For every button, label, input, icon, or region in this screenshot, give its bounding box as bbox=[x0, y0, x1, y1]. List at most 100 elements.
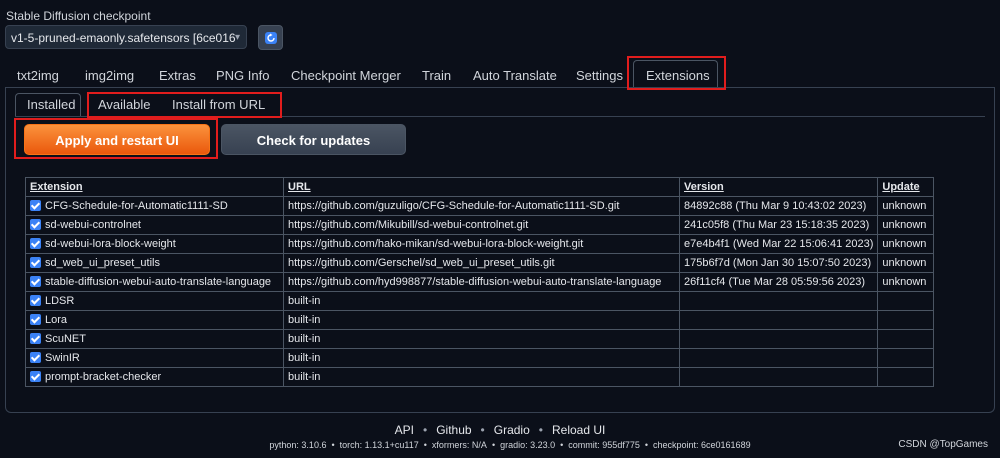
info-checkpoint: checkpoint: 6ce0161689 bbox=[653, 440, 751, 450]
extension-name: stable-diffusion-webui-auto-translate-la… bbox=[45, 276, 272, 288]
checkpoint-value: v1-5-pruned-emaonly.safetensors [6ce016 bbox=[11, 31, 236, 45]
table-row: stable-diffusion-webui-auto-translate-la… bbox=[25, 272, 935, 292]
footer-version-info: python: 3.10.6 • torch: 1.13.1+cu117 • xform… bbox=[269, 440, 751, 450]
extension-enabled-checkbox[interactable] bbox=[30, 314, 41, 325]
table-row: CFG-Schedule-for-Automatic1111-SD https:/… bbox=[25, 196, 935, 216]
extension-cell: LDSR bbox=[25, 291, 284, 311]
column-header-version: Version bbox=[678, 177, 879, 197]
extension-cell: sd-webui-controlnet bbox=[25, 215, 284, 235]
url-cell: https://github.com/Mikubill/sd-webui-con… bbox=[283, 215, 680, 235]
update-cell bbox=[877, 367, 935, 387]
version-cell: 241c05f8 (Thu Mar 23 15:18:35 2023) bbox=[678, 215, 879, 235]
tab-train[interactable]: Train bbox=[422, 66, 451, 86]
table-row: LDSR built-in bbox=[25, 291, 935, 311]
footer-link-api[interactable]: API bbox=[395, 423, 414, 437]
checkpoint-select[interactable]: v1-5-pruned-emaonly.safetensors [6ce016 … bbox=[5, 25, 247, 49]
extension-cell: CFG-Schedule-for-Automatic1111-SD bbox=[25, 196, 284, 216]
highlight-apply-button bbox=[14, 118, 218, 159]
version-cell bbox=[678, 367, 879, 387]
extension-name: CFG-Schedule-for-Automatic1111-SD bbox=[45, 200, 228, 212]
extension-name: Lora bbox=[45, 314, 68, 326]
footer-link-reload-ui[interactable]: Reload UI bbox=[552, 423, 605, 437]
version-cell: e7e4b4f1 (Wed Mar 22 15:06:41 2023) bbox=[678, 234, 879, 254]
url-cell: built-in bbox=[283, 367, 680, 387]
version-cell: 84892c88 (Thu Mar 9 10:43:02 2023) bbox=[678, 196, 879, 216]
extensions-table: Extension URL Version Update CFG-Schedul… bbox=[25, 177, 935, 387]
info-gradio: gradio: 3.23.0 bbox=[500, 440, 556, 450]
tab-settings[interactable]: Settings bbox=[576, 66, 623, 86]
info-commit: commit: 955df775 bbox=[568, 440, 640, 450]
table-row: Lora built-in bbox=[25, 310, 935, 330]
extension-enabled-checkbox[interactable] bbox=[30, 352, 41, 363]
table-row: sd-webui-lora-block-weight https://github… bbox=[25, 234, 935, 254]
table-row: SwinIR built-in bbox=[25, 348, 935, 368]
extension-cell: sd_web_ui_preset_utils bbox=[25, 253, 284, 273]
footer-link-github[interactable]: Github bbox=[436, 423, 471, 437]
refresh-checkpoint-button[interactable] bbox=[258, 25, 283, 50]
table-header-row: Extension URL Version Update bbox=[25, 177, 935, 197]
extension-enabled-checkbox[interactable] bbox=[30, 295, 41, 306]
extension-enabled-checkbox[interactable] bbox=[30, 276, 41, 287]
extension-cell: ScuNET bbox=[25, 329, 284, 349]
extension-name: prompt-bracket-checker bbox=[45, 371, 162, 383]
url-cell: https://github.com/guzuligo/CFG-Schedule… bbox=[283, 196, 680, 216]
extension-enabled-checkbox[interactable] bbox=[30, 333, 41, 344]
tab-checkpoint-merger[interactable]: Checkpoint Merger bbox=[291, 66, 401, 86]
extension-name: SwinIR bbox=[45, 352, 80, 364]
extension-name: ScuNET bbox=[45, 333, 86, 345]
update-cell: unknown bbox=[877, 272, 935, 292]
update-cell: unknown bbox=[877, 234, 935, 254]
url-cell: built-in bbox=[283, 291, 680, 311]
version-cell bbox=[678, 329, 879, 349]
highlight-subtabs bbox=[87, 92, 282, 118]
extension-cell: Lora bbox=[25, 310, 284, 330]
update-cell bbox=[877, 348, 935, 368]
tab-auto-translate[interactable]: Auto Translate bbox=[473, 66, 557, 86]
column-header-url: URL bbox=[283, 177, 680, 197]
version-cell: 26f11cf4 (Tue Mar 28 05:59:56 2023) bbox=[678, 272, 879, 292]
update-cell: unknown bbox=[877, 215, 935, 235]
extension-enabled-checkbox[interactable] bbox=[30, 371, 41, 382]
column-header-extension: Extension bbox=[25, 177, 284, 197]
footer-link-gradio[interactable]: Gradio bbox=[494, 423, 530, 437]
url-cell: built-in bbox=[283, 310, 680, 330]
check-for-updates-button[interactable]: Check for updates bbox=[221, 124, 406, 155]
url-cell: https://github.com/Gerschel/sd_web_ui_pr… bbox=[283, 253, 680, 273]
extension-enabled-checkbox[interactable] bbox=[30, 219, 41, 230]
extension-name: sd-webui-controlnet bbox=[45, 219, 141, 231]
info-torch: torch: 1.13.1+cu117 bbox=[339, 440, 419, 450]
extension-name: sd-webui-lora-block-weight bbox=[45, 238, 176, 250]
extension-enabled-checkbox[interactable] bbox=[30, 257, 41, 268]
version-cell bbox=[678, 310, 879, 330]
subtab-installed[interactable]: Installed bbox=[27, 97, 75, 113]
url-cell: built-in bbox=[283, 348, 680, 368]
extension-cell: sd-webui-lora-block-weight bbox=[25, 234, 284, 254]
version-cell bbox=[678, 348, 879, 368]
info-python: python: 3.10.6 bbox=[269, 440, 327, 450]
table-row: prompt-bracket-checker built-in bbox=[25, 367, 935, 387]
watermark: CSDN @TopGames bbox=[898, 439, 988, 450]
tab-txt2img[interactable]: txt2img bbox=[17, 66, 59, 86]
extension-enabled-checkbox[interactable] bbox=[30, 238, 41, 249]
extension-enabled-checkbox[interactable] bbox=[30, 200, 41, 211]
url-cell: https://github.com/hyd998877/stable-diff… bbox=[283, 272, 680, 292]
update-cell: unknown bbox=[877, 196, 935, 216]
table-row: sd_web_ui_preset_utils https://github.com… bbox=[25, 253, 935, 273]
highlight-extensions-tab bbox=[627, 56, 726, 90]
tab-png-info[interactable]: PNG Info bbox=[216, 66, 269, 86]
extension-cell: SwinIR bbox=[25, 348, 284, 368]
update-cell bbox=[877, 329, 935, 349]
version-cell bbox=[678, 291, 879, 311]
update-cell: unknown bbox=[877, 253, 935, 273]
tab-extras[interactable]: Extras bbox=[159, 66, 196, 86]
extension-name: sd_web_ui_preset_utils bbox=[45, 257, 160, 269]
url-cell: https://github.com/hako-mikan/sd-webui-l… bbox=[283, 234, 680, 254]
tab-img2img[interactable]: img2img bbox=[85, 66, 134, 86]
version-cell: 175b6f7d (Mon Jan 30 15:07:50 2023) bbox=[678, 253, 879, 273]
table-row: sd-webui-controlnet https://github.com/Mi… bbox=[25, 215, 935, 235]
extension-cell: stable-diffusion-webui-auto-translate-la… bbox=[25, 272, 284, 292]
update-cell bbox=[877, 291, 935, 311]
url-cell: built-in bbox=[283, 329, 680, 349]
column-header-update: Update bbox=[877, 177, 935, 197]
update-cell bbox=[877, 310, 935, 330]
